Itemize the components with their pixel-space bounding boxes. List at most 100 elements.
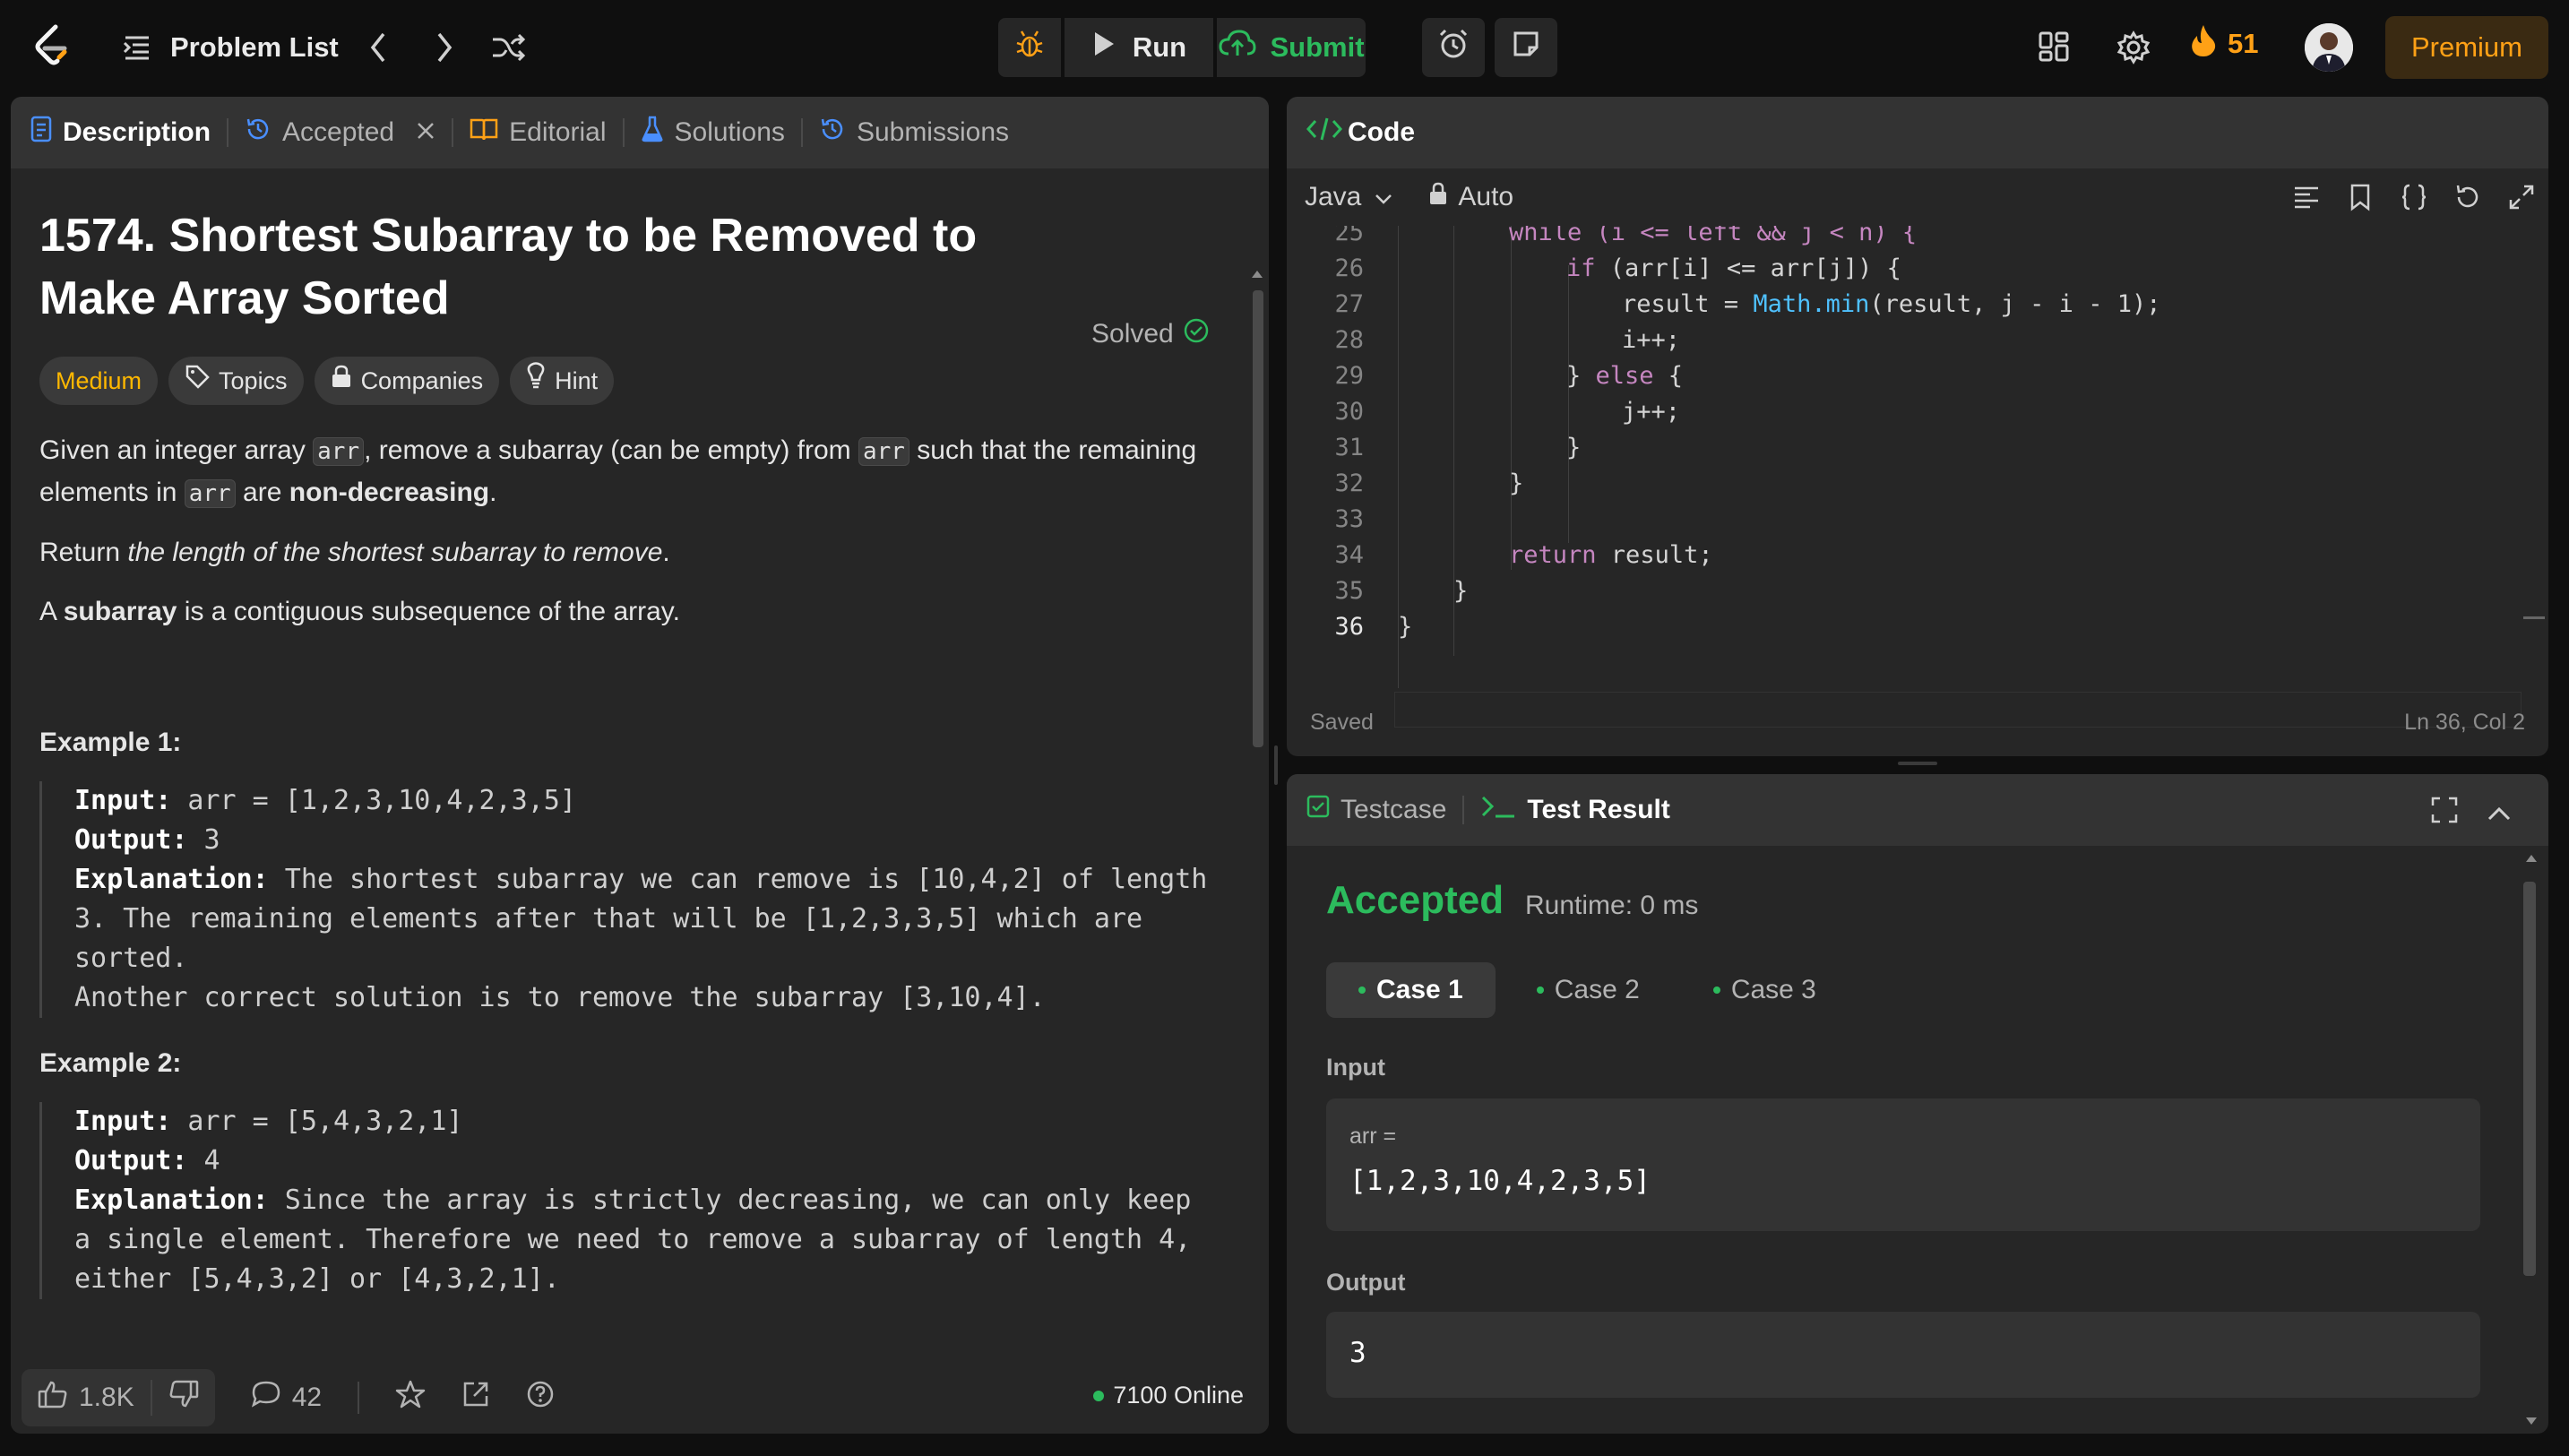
prev-problem-button[interactable]: [367, 30, 389, 69]
case-tab[interactable]: Case 1: [1326, 962, 1496, 1018]
input-value: [1,2,3,10,4,2,3,5]: [1349, 1165, 1651, 1197]
list-icon: [122, 34, 152, 61]
history-icon: [819, 116, 846, 150]
result-scrollbar[interactable]: [2520, 846, 2541, 1434]
chevron-up-icon[interactable]: [2486, 799, 2513, 830]
tab-divider: [622, 118, 625, 147]
close-icon[interactable]: [416, 117, 435, 148]
line-number: 30: [1334, 398, 1364, 426]
layout-button[interactable]: [2038, 30, 2070, 67]
tab-divider: [452, 118, 454, 147]
tab-description[interactable]: Description: [30, 97, 211, 168]
leetcode-logo-icon[interactable]: [32, 23, 72, 70]
mode-label: Auto: [1458, 182, 1514, 211]
output-label: Output:: [74, 824, 188, 856]
case-tab[interactable]: Case 3: [1681, 962, 1849, 1018]
reset-icon[interactable]: [2453, 183, 2482, 216]
code-line: 29 } else {: [1287, 358, 1683, 394]
case-label: Case 2: [1554, 975, 1640, 1004]
random-problem-button[interactable]: [491, 32, 527, 67]
dislike-button[interactable]: [152, 1369, 215, 1426]
bookmark-icon[interactable]: [2346, 183, 2375, 216]
code-line: 32 }: [1287, 466, 1523, 502]
code-line: 30 j++;: [1287, 394, 1680, 430]
auto-mode-toggle[interactable]: Auto: [1429, 182, 1513, 212]
line-number: 33: [1334, 505, 1364, 533]
horizontal-resize-handle[interactable]: [1898, 762, 1937, 765]
thumbs-down-icon: [168, 1380, 199, 1416]
problem-title[interactable]: 1574. Shortest Subarray to be Removed to…: [39, 204, 1025, 330]
pass-dot-icon: [1536, 986, 1544, 994]
text-span: .: [489, 478, 497, 507]
description-scrollbar[interactable]: [1249, 267, 1265, 1434]
settings-button[interactable]: [2116, 30, 2151, 69]
shuffle-icon: [491, 32, 527, 67]
code-token: result =: [1622, 290, 1754, 318]
line-number: 29: [1334, 362, 1364, 390]
topics-label: Topics: [219, 367, 288, 394]
submit-button[interactable]: Submit: [1217, 18, 1366, 77]
format-icon[interactable]: [2292, 183, 2321, 216]
hint-label: Hint: [555, 367, 599, 394]
tab-test-result[interactable]: Test Result: [1480, 774, 1670, 846]
language-select[interactable]: Java: [1305, 182, 1393, 212]
debug-button[interactable]: [998, 18, 1061, 77]
premium-button[interactable]: Premium: [2385, 16, 2548, 79]
footer-divider: [358, 1382, 360, 1414]
streak-counter[interactable]: 51: [2190, 23, 2258, 65]
tab-solutions[interactable]: Solutions: [641, 97, 785, 168]
inline-code: arr: [184, 479, 236, 508]
run-button[interactable]: Run: [1065, 18, 1213, 77]
code-text: }: [1566, 434, 1582, 461]
share-button[interactable]: [461, 1380, 490, 1416]
next-problem-button[interactable]: [434, 30, 455, 69]
scroll-position-marker: [2523, 616, 2545, 619]
language-label: Java: [1305, 182, 1362, 211]
tab-testcase[interactable]: Testcase: [1306, 774, 1446, 846]
problem-list-nav[interactable]: Problem List: [122, 27, 339, 68]
like-button[interactable]: 1.8K: [22, 1369, 151, 1426]
timer-button[interactable]: [1422, 18, 1485, 77]
case-tab[interactable]: Case 2: [1504, 962, 1672, 1018]
code-token: Math.min: [1753, 290, 1870, 318]
output-box[interactable]: 3: [1326, 1312, 2480, 1398]
note-icon: [1512, 30, 1540, 65]
tab-solutions-label: Solutions: [674, 117, 785, 147]
code-brackets-icon: [1306, 116, 1343, 150]
fullscreen-icon[interactable]: [2430, 796, 2459, 831]
code-header: Code: [1287, 97, 2548, 168]
code-text: if (arr[i] <= arr[j]) {: [1566, 254, 1901, 282]
like-count: 1.8K: [79, 1383, 134, 1412]
help-button[interactable]: [526, 1380, 555, 1416]
expand-icon[interactable]: [2507, 183, 2536, 216]
text-span: Given an integer array: [39, 435, 314, 465]
scroll-up-icon[interactable]: [2523, 851, 2539, 866]
line-number: 34: [1334, 541, 1364, 569]
example-1-block: Input: arr = [1,2,3,10,4,2,3,5] Output: …: [39, 781, 1222, 1018]
tab-submissions[interactable]: Submissions: [819, 97, 1009, 168]
input-box[interactable]: arr = [1,2,3,10,4,2,3,5]: [1326, 1098, 2480, 1231]
code-text: }: [1398, 613, 1413, 641]
submit-label: Submit: [1270, 31, 1365, 63]
subarray-definition: A subarray is a contiguous subsequence o…: [39, 591, 1222, 633]
code-text: while (i <= left && j < n) {: [1509, 226, 1917, 251]
hint-chip[interactable]: Hint: [510, 357, 615, 405]
topics-chip[interactable]: Topics: [168, 357, 304, 405]
scrollbar-thumb[interactable]: [2523, 882, 2536, 1276]
scroll-down-icon[interactable]: [2523, 1414, 2539, 1428]
companies-chip[interactable]: Companies: [314, 357, 500, 405]
tab-submissions-label: Submissions: [856, 117, 1010, 147]
scrollbar-thumb[interactable]: [1253, 290, 1263, 747]
code-editor[interactable]: 25 while (i <= left && j < n) { 26 if (a…: [1287, 226, 2548, 737]
scroll-up-icon[interactable]: [1249, 267, 1265, 281]
vertical-resize-handle[interactable]: [1274, 745, 1278, 785]
favorite-button[interactable]: [395, 1380, 426, 1416]
notes-button[interactable]: [1495, 18, 1557, 77]
tab-accepted[interactable]: Accepted: [245, 97, 435, 168]
user-avatar[interactable]: [2305, 23, 2353, 72]
tab-editorial[interactable]: Editorial: [470, 97, 607, 168]
comments-button[interactable]: 42: [251, 1380, 322, 1416]
play-icon: [1091, 30, 1116, 65]
checkbox-icon: [1306, 795, 1330, 825]
braces-icon[interactable]: [2400, 183, 2428, 216]
